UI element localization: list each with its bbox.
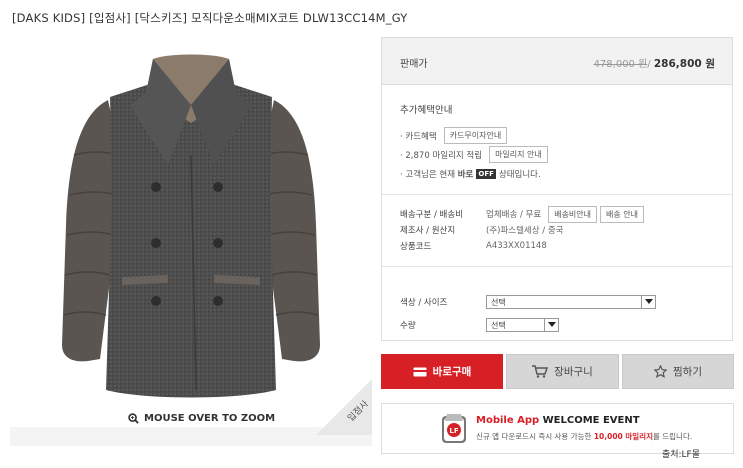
- source-caption: 출처:LF몰: [661, 450, 700, 460]
- shipping-info: 배송구분 / 배송비 업체배송 / 무료 배송비안내 배송 안내 제조사 / 원…: [400, 205, 644, 254]
- mileage-row: · 2,870 마일리지 적립 마일리지 안내: [400, 145, 720, 164]
- quantity-label: 수량: [400, 320, 416, 331]
- product-image-area[interactable]: 입점사 MOUSE OVER TO ZOOM: [10, 37, 372, 446]
- chevron-down-icon: [641, 295, 655, 308]
- cart-icon: [532, 365, 549, 378]
- quantity-selected: 선택: [491, 320, 506, 330]
- color-size-row: 색상 / 사이즈 선택: [400, 290, 656, 313]
- shipping-label: 배송구분 / 배송비: [400, 210, 464, 220]
- price-separator: /: [647, 59, 651, 70]
- wishlist-button[interactable]: 찜하기: [622, 354, 734, 389]
- coat-image: [62, 54, 320, 398]
- card-benefit-label: · 카드혜택: [400, 131, 437, 142]
- shipping-fee-button[interactable]: 배송비안내: [548, 205, 598, 223]
- price-values: 478,000 원/ 286,800 원: [594, 55, 715, 71]
- cart-label: 장바구니: [554, 366, 593, 378]
- magnifier-icon: [128, 413, 139, 424]
- product-image[interactable]: 입점사: [10, 37, 372, 435]
- app-banner-title-red: Mobile App: [476, 415, 540, 426]
- buy-now-label: 바로구매: [432, 366, 472, 378]
- status-off-badge: OFF: [476, 168, 496, 179]
- logo-text: LF: [449, 427, 458, 435]
- status-prefix: · 고객님은 현재: [400, 169, 456, 180]
- benefit-section: 추가혜택안내 · 카드혜택 카드무이자안내 · 2,870 마일리지 적립 마일…: [400, 102, 720, 183]
- card-installment-button[interactable]: 카드무이자안내: [443, 127, 508, 144]
- buy-now-button[interactable]: 바로구매: [381, 354, 503, 389]
- price-label: 판매가: [400, 59, 428, 70]
- shipping-guide-button[interactable]: 배송 안내: [600, 205, 644, 223]
- app-banner-sub-prefix: 신규 앱 다운로드시 즉시 사용 가능한: [476, 432, 592, 441]
- quantity-select[interactable]: 선택: [486, 317, 559, 332]
- option-section: 색상 / 사이즈 선택 수량 선택: [400, 290, 656, 336]
- original-price: 478,000 원: [593, 59, 648, 70]
- status-bold: 바로: [457, 169, 474, 180]
- card-benefit-row: · 카드혜택 카드무이자안내: [400, 126, 720, 145]
- app-banner-sub-suffix: 를 드립니다.: [652, 432, 693, 441]
- product-info-panel: 판매가 478,000 원/ 286,800 원 추가혜택안내 · 카드혜택 카…: [381, 37, 733, 341]
- color-size-select[interactable]: 선택: [486, 294, 656, 309]
- app-banner-sub-highlight: 10,000 마일리지: [593, 432, 653, 441]
- maker-row: 제조사 / 원산지 (주)파스텔세상 / 중국: [400, 222, 644, 238]
- credit-card-icon: [413, 367, 427, 376]
- member-status-row: · 고객님은 현재 바로 OFF 상태입니다.: [400, 164, 720, 183]
- status-suffix: 상태입니다.: [498, 169, 541, 180]
- shipping-value: 업체배송 / 무료: [486, 210, 542, 220]
- product-code-value: A433XX01148: [486, 241, 547, 251]
- product-code-label: 상품코드: [400, 242, 432, 252]
- app-banner-title-black: WELCOME EVENT: [542, 415, 640, 426]
- chevron-down-icon: [544, 318, 558, 331]
- quantity-row: 수량 선택: [400, 313, 656, 336]
- color-size-selected: 선택: [491, 297, 506, 307]
- product-title: [DAKS KIDS] [입점사] [닥스키즈] 모직다운소매MIX코트 DLW…: [12, 11, 408, 25]
- divider: [382, 194, 732, 195]
- mileage-info-button[interactable]: 마일리지 안내: [489, 146, 548, 163]
- maker-label: 제조사 / 원산지: [400, 226, 456, 236]
- star-icon: [654, 365, 667, 378]
- wishlist-label: 찜하기: [673, 366, 702, 378]
- lf-app-logo-icon: LF: [442, 414, 466, 443]
- color-size-label: 색상 / 사이즈: [400, 297, 448, 308]
- app-banner-title: Mobile App WELCOME EVENT: [476, 415, 640, 426]
- add-to-cart-button[interactable]: 장바구니: [506, 354, 619, 389]
- sale-price: 286,800 원: [653, 58, 715, 70]
- shipping-row: 배송구분 / 배송비 업체배송 / 무료 배송비안내 배송 안내: [400, 205, 644, 223]
- divider: [382, 266, 732, 267]
- mileage-label: · 2,870 마일리지 적립: [400, 150, 483, 161]
- maker-value: (주)파스텔세상 / 중국: [486, 226, 564, 236]
- zoom-label: MOUSE OVER TO ZOOM: [144, 413, 276, 424]
- app-banner-subtitle: 신규 앱 다운로드시 즉시 사용 가능한 10,000 마일리지를 드립니다.: [476, 431, 692, 442]
- benefit-title: 추가혜택안내: [400, 105, 453, 116]
- product-code-row: 상품코드 A433XX01148: [400, 238, 644, 254]
- vendor-badge: 입점사: [316, 379, 372, 435]
- price-row: 판매가 478,000 원/ 286,800 원: [382, 38, 732, 85]
- zoom-hint: MOUSE OVER TO ZOOM: [128, 413, 275, 424]
